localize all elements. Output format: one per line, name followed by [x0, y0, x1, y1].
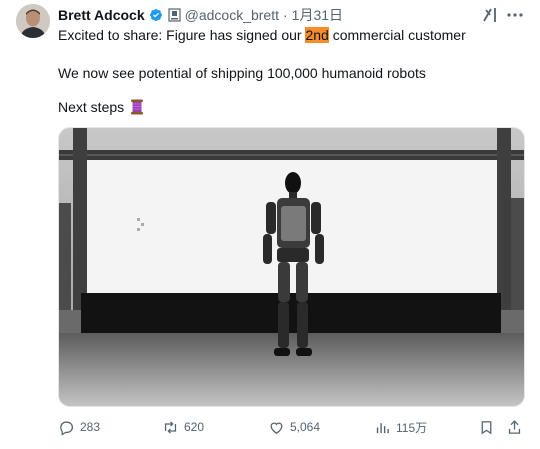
share-icon: [508, 419, 521, 434]
tweet-actions: 283 620 5,064 115万: [58, 417, 528, 437]
grok-icon[interactable]: [482, 6, 500, 24]
bookmark-profile-icon: [168, 8, 181, 22]
tweet-text-line-2: We now see potential of shipping 100,000…: [58, 65, 426, 81]
tweet-text-part: Excited to share: Figure has signed our: [58, 27, 306, 43]
author-name[interactable]: Brett Adcock: [58, 7, 145, 23]
tweet-header: Brett Adcock @adcock_brett · 1月31日: [58, 5, 343, 25]
tweet-text-part: commercial customer: [328, 27, 466, 43]
highlighted-text: 2nd: [305, 27, 329, 43]
share-button[interactable]: [506, 417, 528, 437]
more-icon[interactable]: [506, 6, 524, 24]
like-button[interactable]: 5,064: [268, 417, 320, 437]
views-icon: [376, 422, 389, 433]
like-count: 5,064: [290, 420, 321, 434]
views-count: 115万: [396, 420, 428, 435]
author-handle[interactable]: @adcock_brett: [185, 7, 279, 23]
verified-badge-icon: [149, 9, 162, 21]
views-button[interactable]: 115万: [374, 417, 427, 437]
avatar[interactable]: [16, 4, 50, 38]
separator-dot: ·: [283, 7, 288, 23]
like-icon: [270, 422, 283, 434]
repost-button[interactable]: 620: [162, 417, 204, 437]
thread-spool-emoji: [131, 99, 144, 115]
reply-count: 283: [80, 420, 101, 434]
repost-count: 620: [184, 420, 205, 434]
reply-button[interactable]: 283: [58, 417, 100, 437]
bookmark-button[interactable]: [478, 417, 500, 437]
repost-icon: [164, 420, 177, 434]
tweet-media-image[interactable]: [58, 127, 525, 407]
bookmark-icon: [481, 420, 492, 434]
tweet-text-line-1: Excited to share: Figure has signed our …: [58, 27, 466, 43]
reply-icon: [60, 421, 74, 436]
tweet-text-part: Next steps: [58, 99, 125, 115]
tweet-date[interactable]: 1月31日: [292, 5, 343, 25]
tweet-text-line-3: Next steps: [58, 99, 144, 115]
